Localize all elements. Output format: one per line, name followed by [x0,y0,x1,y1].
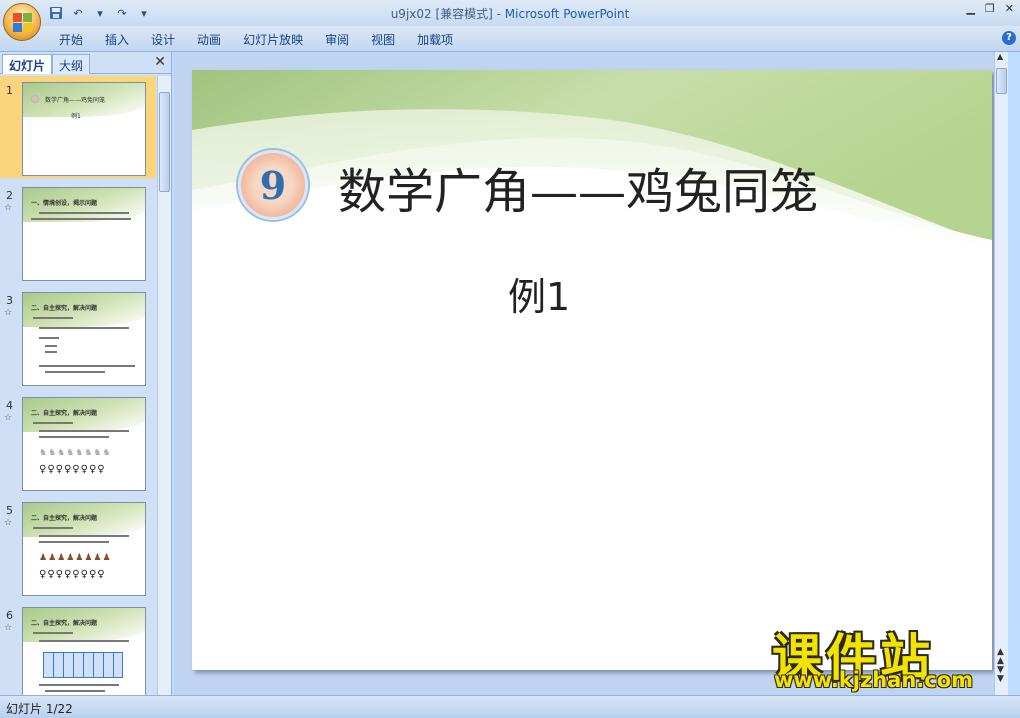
figure-row-icon: ♀♀♀♀♀♀♀♀ [39,569,106,580]
tab-slides[interactable]: 幻灯片 [2,54,53,74]
thumbnail-title: 二、自主探究，解决问题 [31,620,98,627]
thumbnail-preview: 二、自主探究，解决问题 [22,292,146,386]
scroll-up-icon[interactable]: ▲ [997,52,1003,61]
slide-thumbnail-5[interactable]: 5 ☆ 二、自主探究，解决问题 ♟♟♟♟♟♟♟♟ ♀♀♀♀♀♀♀♀ [0,496,156,598]
chapter-number: 9 [259,163,287,208]
status-bar: 幻灯片 1/22 [0,695,1020,718]
tab-animations[interactable]: 动画 [186,31,232,48]
thumbnail-title: 数学广角——鸡兔同笼 [45,97,106,104]
thumbnail-subtitle: 例1 [71,113,81,120]
close-icon[interactable]: ✕ [154,54,166,70]
tab-review[interactable]: 审阅 [314,31,360,48]
animation-icon: ☆ [4,623,13,633]
thumbnail-preview: 二、自主探究，解决问题 ♟♟♟♟♟♟♟♟ ♀♀♀♀♀♀♀♀ [22,502,146,596]
slide-number: 2 [6,189,13,202]
slide-number: 5 [6,504,13,517]
table-icon [43,652,123,678]
restore-button[interactable]: ❐ [985,2,995,15]
tab-outline[interactable]: 大纲 [52,54,91,74]
title-bar: ↶ ▾ ↷ ▾ u9jx02 [兼容模式] - Microsoft PowerP… [0,0,1020,26]
thumbnail-title: 一、情境创设，揭示问题 [31,200,98,207]
animation-icon: ☆ [4,413,13,423]
slide-number: 1 [6,84,13,97]
editor-scrollbar[interactable]: ▲ ▲ ▲ ▼ ▼ [994,52,1008,695]
window-controls: ▁ ❐ ✕ [966,2,1014,15]
current-slide[interactable]: 9 数学广角——鸡兔同笼 例1 [192,70,992,670]
slide-number: 6 [6,609,13,622]
slide-thumbnail-1[interactable]: 1 数学广角——鸡兔同笼 例1 [0,76,156,178]
rabbit-row-icon: ♞♞♞♞♞♞♞♞ [39,448,112,458]
scrollbar-thumb[interactable] [996,68,1007,94]
tab-slideshow[interactable]: 幻灯片放映 [232,31,314,48]
ribbon: 开始 插入 设计 动画 幻灯片放映 审阅 视图 加载项 ? [0,26,1020,52]
tab-view[interactable]: 视图 [360,31,406,48]
close-button[interactable]: ✕ [1005,2,1014,15]
slide-number: 4 [6,399,13,412]
thumbnail-preview: 数学广角——鸡兔同笼 例1 [22,82,146,176]
slide-title[interactable]: 数学广角——鸡兔同笼 [338,152,818,222]
figure-row-icon: ♀♀♀♀♀♀♀♀ [39,464,106,475]
thumbnail-scrollbar[interactable] [157,76,171,695]
tab-design[interactable]: 设计 [140,31,186,48]
slides-panel: 幻灯片 大纲 ✕ 1 数学广角——鸡兔同笼 例1 2 ☆ 一、情境创设，揭示问题 [0,52,172,695]
slide-number: 3 [6,294,13,307]
chapter-badge: 9 [238,150,308,220]
office-logo-icon [13,13,33,33]
thumbnail-title: 二、自主探究，解决问题 [31,410,98,417]
thumbnail-title: 二、自主探究，解决问题 [31,305,98,312]
slide-counter: 幻灯片 1/22 [6,702,73,716]
slide-thumbnail-2[interactable]: 2 ☆ 一、情境创设，揭示问题 [0,181,156,283]
tab-home[interactable]: 开始 [48,31,94,48]
help-icon[interactable]: ? [1002,31,1016,45]
scrollbar-thumb[interactable] [159,92,170,192]
thumbnail-preview: 二、自主探究，解决问题 ♞♞♞♞♞♞♞♞ ♀♀♀♀♀♀♀♀ [22,397,146,491]
badge-icon [31,95,39,103]
slide-thumbnail-3[interactable]: 3 ☆ 二、自主探究，解决问题 [0,286,156,388]
slide-thumbnail-4[interactable]: 4 ☆ 二、自主探究，解决问题 ♞♞♞♞♞♞♞♞ ♀♀♀♀♀♀♀♀ [0,391,156,493]
thumbnail-title: 二、自主探究，解决问题 [31,515,98,522]
watermark-url: www.kjzhan.com [774,668,974,692]
animation-icon: ☆ [4,308,13,318]
thumbnail-preview: 二、自主探究，解决问题 [22,607,146,695]
slide-thumbnail-list: 1 数学广角——鸡兔同笼 例1 2 ☆ 一、情境创设，揭示问题 3 ☆ 二、自主… [0,76,156,695]
slide-thumbnail-6[interactable]: 6 ☆ 二、自主探究，解决问题 [0,601,156,695]
tab-addins[interactable]: 加载项 [406,31,464,48]
office-button[interactable] [3,3,41,41]
animation-icon: ☆ [4,518,13,528]
tab-insert[interactable]: 插入 [94,31,140,48]
chicken-row-icon: ♟♟♟♟♟♟♟♟ [39,553,112,563]
thumbnail-preview: 一、情境创设，揭示问题 [22,187,146,281]
slide-subtitle[interactable]: 例1 [508,266,570,321]
ribbon-tabs: 开始 插入 设计 动画 幻灯片放映 审阅 视图 加载项 [48,31,464,48]
watermark-logo: 课件站 www.kjzhan.com [768,618,1008,696]
panel-tabs: 幻灯片 大纲 ✕ [0,52,172,74]
animation-icon: ☆ [4,203,13,213]
window-title: u9jx02 [兼容模式] - Microsoft PowerPoint [390,7,630,21]
slide-editor: 9 数学广角——鸡兔同笼 例1 ▲ ▲ ▲ ▼ ▼ [174,52,1008,695]
minimize-button[interactable]: ▁ [966,2,974,15]
